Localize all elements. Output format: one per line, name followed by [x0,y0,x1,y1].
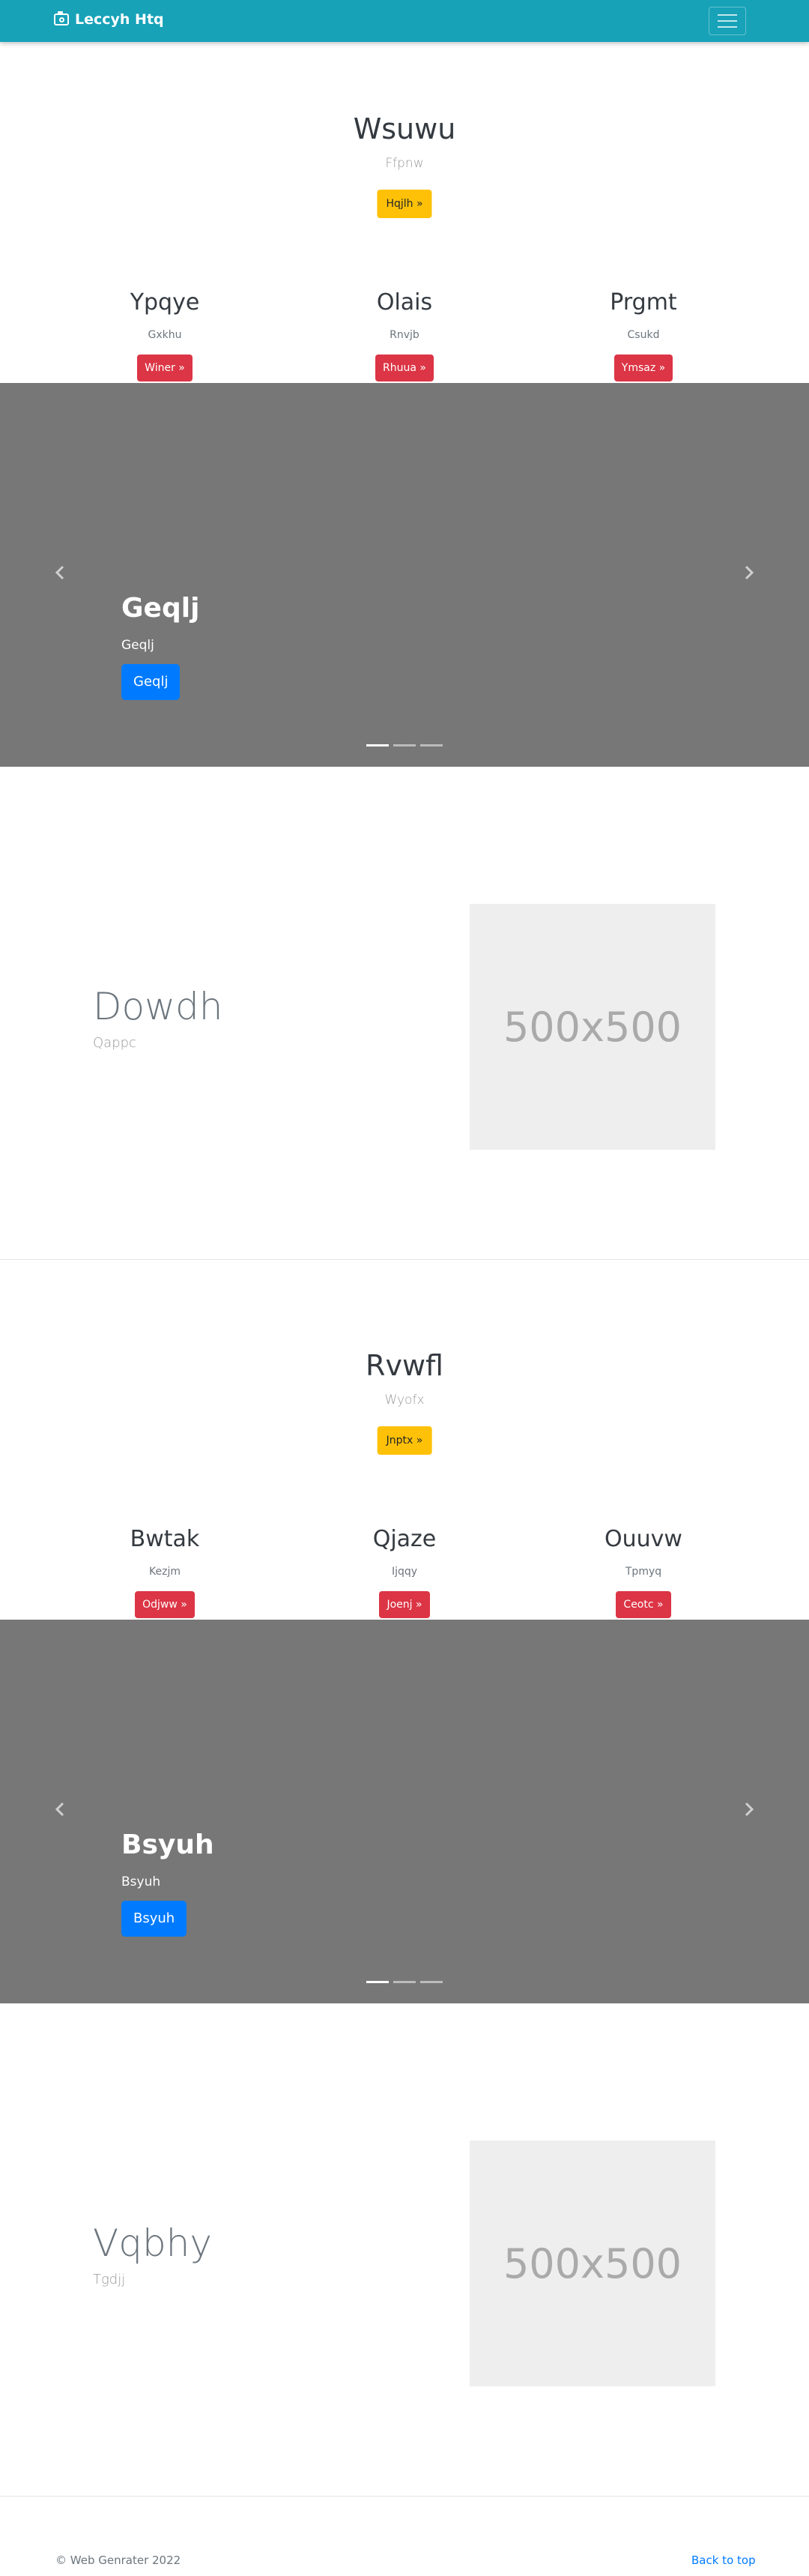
navbar-toggler-button[interactable] [709,7,746,35]
column-3: Prgmt Csukd Ymsaz » [531,289,756,381]
carousel-subtitle: Bsyuh [121,1874,161,1889]
column-text: Kezjm [149,1566,181,1578]
column-title: Bwtak [130,1526,200,1552]
feature-title: Vqbhy [93,2221,212,2265]
column-button[interactable]: Odjww » [135,1591,195,1618]
hero-button[interactable]: Jnptx » [377,1426,432,1455]
carousel: Bsyuh Bsyuh Bsyuh [0,1620,809,2003]
navbar-brand[interactable]: Leccyh Htq [54,11,164,28]
chevron-left-icon [55,1802,64,1817]
carousel-prev-button[interactable] [49,1798,72,1821]
footer: © Web Genrater 2022 Back to top [0,2515,809,2576]
content-section-2: Rvwfl Wyofx Jnptx » Bwtak Kezjm Odjww » … [0,1279,809,2515]
placeholder-label: 500x500 [503,1003,682,1051]
carousel-next-button[interactable] [737,1798,760,1821]
copyright-text: © Web Genrater 2022 [55,2554,181,2567]
placeholder-image: 500x500 [470,904,715,1150]
content-section-1: Wsuwu Ffpnw Hqjlh » Ypqye Gxkhu Winer » … [0,42,809,1279]
column-title: Ouuvw [605,1526,682,1552]
column-text: Rnvjb [390,329,419,341]
hamburger-menu-icon [718,14,737,16]
column-title: Prgmt [610,289,677,316]
carousel-next-button[interactable] [737,561,760,584]
column-text: Ijqqy [391,1566,418,1578]
column-1: Bwtak Kezjm Odjww » [52,1526,277,1618]
carousel-indicator[interactable] [420,744,443,746]
column-2: Qjaze Ijqqy Joenj » [292,1526,517,1618]
carousel-button[interactable]: Bsyuh [121,1901,187,1937]
column-title: Qjaze [372,1526,437,1552]
camera-icon [54,11,69,25]
column-button[interactable]: Ymsaz » [613,355,673,381]
hero-subtitle: Wyofx [384,1393,425,1408]
carousel-title: Geqlj [121,593,200,624]
chevron-right-icon [745,565,754,580]
carousel-indicator[interactable] [420,1981,443,1983]
column-text: Gxkhu [148,329,182,341]
feature-title: Dowdh [93,985,223,1028]
carousel-indicator[interactable] [366,1981,389,1983]
section-divider [0,2496,809,2497]
navbar: Leccyh Htq [0,0,809,42]
carousel-title: Bsyuh [121,1830,214,1860]
column-3: Ouuvw Tpmyq Ceotc » [531,1526,756,1618]
feature-subtitle: Tgdjj [93,2272,126,2287]
column-2: Olais Rnvjb Rhuua » [292,289,517,381]
carousel-button[interactable]: Geqlj [121,664,181,700]
carousel-subtitle: Geqlj [121,638,154,653]
column-text: Tpmyq [625,1566,662,1578]
placeholder-image: 500x500 [470,2141,715,2386]
hero-button[interactable]: Hqjlh » [377,190,432,218]
hero-subtitle: Ffpnw [385,156,424,171]
chevron-right-icon [745,1802,754,1817]
column-button[interactable]: Winer » [137,355,193,381]
column-button[interactable]: Rhuua » [375,355,434,381]
placeholder-label: 500x500 [503,2239,682,2287]
back-to-top-link[interactable]: Back to top [691,2554,756,2567]
carousel-prev-button[interactable] [49,561,72,584]
column-1: Ypqye Gxkhu Winer » [52,289,277,381]
carousel-indicator[interactable] [366,744,389,746]
column-text: Csukd [627,329,660,341]
column-button[interactable]: Joenj » [379,1591,430,1618]
carousel-indicators [366,1981,443,1983]
chevron-left-icon [55,565,64,580]
hero-title: Rvwfl [366,1349,443,1382]
column-title: Ypqye [130,289,200,316]
carousel-indicators [366,744,443,746]
feature-subtitle: Qappc [93,1035,136,1051]
section-divider [0,1259,809,1260]
carousel-indicator[interactable] [393,1981,416,1983]
carousel: Geqlj Geqlj Geqlj [0,383,809,767]
carousel-indicator[interactable] [393,744,416,746]
column-button[interactable]: Ceotc » [616,1591,671,1618]
hero-title: Wsuwu [353,112,456,145]
column-title: Olais [376,289,433,316]
brand-label: Leccyh Htq [75,11,164,28]
